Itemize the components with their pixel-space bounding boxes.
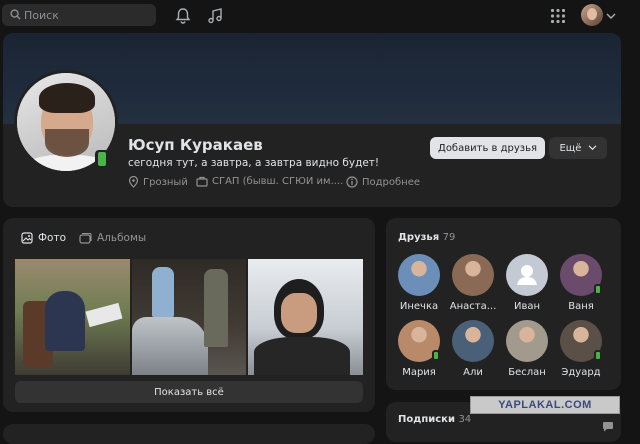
friend-name: Ваня [568,301,594,312]
photo-icon [21,232,33,244]
search-input[interactable] [24,7,152,23]
info-icon [346,176,358,188]
friend-item[interactable]: Иван [502,254,552,312]
online-mobile-icon [594,284,602,295]
photo-grid [15,259,363,375]
friend-item[interactable]: Мария [394,320,444,378]
tab-albums-label: Альбомы [97,232,147,244]
friend-name: Инечка [399,301,439,312]
friend-avatar[interactable] [506,254,548,296]
friend-item[interactable]: Али [448,320,498,378]
chevron-down-icon [588,145,596,151]
profile-details-link[interactable]: Подробнее [346,176,420,188]
add-friend-button[interactable]: Добавить в друзья [430,137,545,159]
profile-name: Юсуп Куракаев [128,136,263,154]
education-label: СГАП (бывш. СГЮИ им.... [212,176,344,187]
online-mobile-icon [432,350,440,361]
profile-education[interactable]: СГАП (бывш. СГЮИ им.... [196,176,343,187]
friend-avatar[interactable] [506,320,548,362]
user-placeholder-icon [517,265,537,285]
friend-name: Али [463,367,483,378]
chat-icon[interactable] [602,421,614,432]
online-mobile-icon [95,150,109,168]
online-mobile-icon [594,350,602,361]
bell-icon[interactable] [174,7,192,25]
photo-thumbnail[interactable] [248,259,363,375]
friend-avatar[interactable] [398,254,440,296]
chevron-down-icon[interactable] [606,12,616,20]
friend-name: Анаста... [449,301,497,312]
friend-item[interactable]: Анаста... [448,254,498,312]
friend-name: Эдуард [561,367,601,378]
friend-name: Иван [513,301,541,312]
tab-albums[interactable]: Альбомы [79,232,146,244]
more-label: Ещё [559,142,582,154]
music-icon[interactable] [206,7,224,25]
friends-title[interactable]: Друзья 79 [398,232,455,243]
friend-name: Мария [402,367,436,378]
friends-card: Друзья 79 Инечка Анаста... Иван Ваня Мария Ал… [386,218,621,390]
location-pin-icon [128,176,139,188]
friend-item[interactable]: Инечка [394,254,444,312]
user-avatar[interactable] [581,4,603,26]
more-button[interactable]: Ещё [549,137,607,159]
city-label: Грозный [143,176,188,188]
search-box[interactable] [2,4,156,26]
tab-photos[interactable]: Фото [21,232,66,244]
tab-photos-label: Фото [38,232,67,244]
profile-status: сегодня тут, а завтра, а завтра видно бу… [128,157,380,169]
photos-card: Фото Альбомы Показать всё [3,218,375,412]
profile-city[interactable]: Грозный [128,176,188,188]
apps-grid-icon[interactable] [549,7,567,25]
top-bar [0,0,640,32]
details-label: Подробнее [362,176,421,188]
friend-item[interactable]: Беслан [502,320,552,378]
search-icon [10,9,21,20]
friend-item[interactable]: Эдуард [556,320,606,378]
wall-card [3,424,375,444]
photo-thumbnail[interactable] [15,259,130,375]
albums-icon [79,232,92,244]
subscriptions-title-label: Подписки [398,414,455,425]
subscriptions-title[interactable]: Подписки 34 [398,414,471,425]
friend-avatar[interactable] [452,254,494,296]
education-icon [196,176,208,187]
friend-item[interactable]: Ваня [556,254,606,312]
watermark: YAPLAKAL.COM [470,396,620,414]
subscriptions-count: 34 [458,414,472,425]
friend-avatar[interactable] [452,320,494,362]
friends-count: 79 [442,232,456,243]
friends-title-label: Друзья [398,232,440,243]
friend-name: Беслан [508,367,546,378]
show-all-photos-button[interactable]: Показать всё [15,381,363,403]
photo-thumbnail[interactable] [132,259,246,375]
